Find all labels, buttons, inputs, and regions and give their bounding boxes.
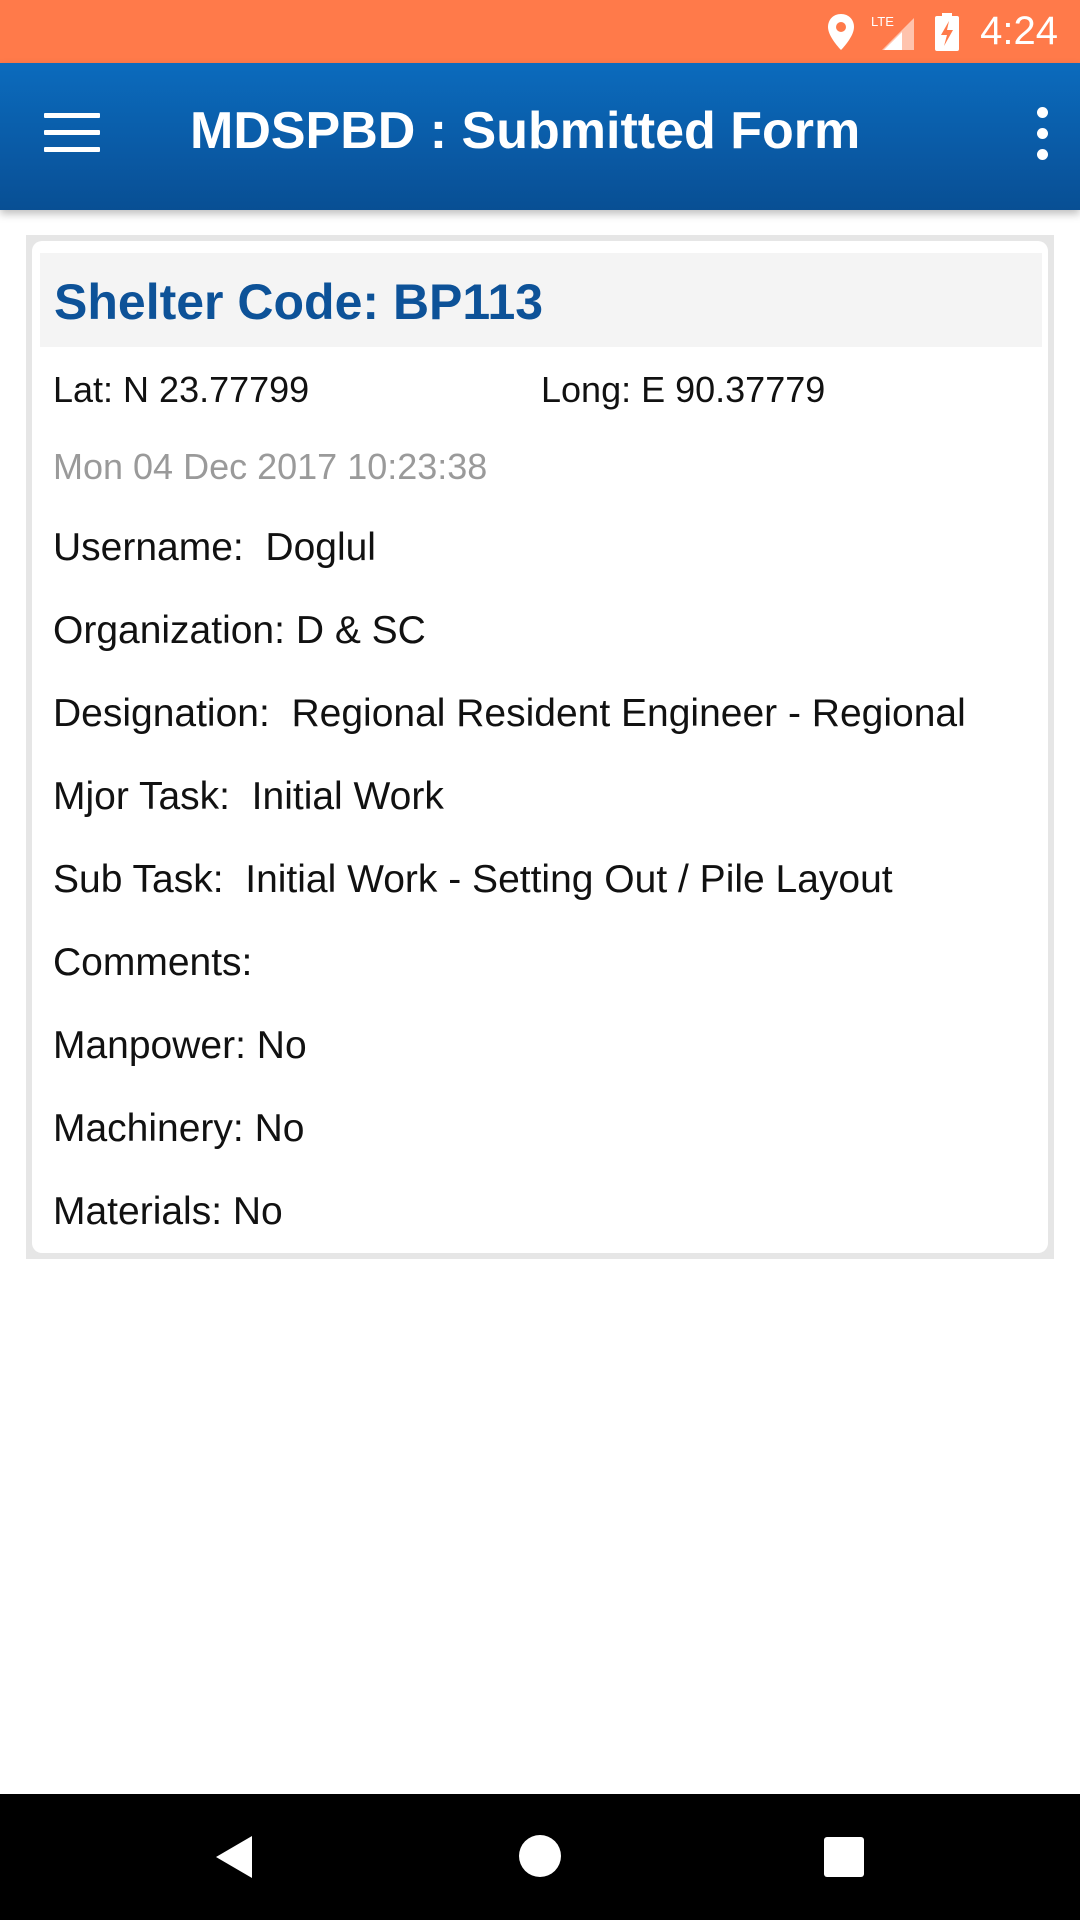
field-username: Username: Doglul: [53, 526, 376, 570]
menu-icon[interactable]: [44, 113, 100, 157]
field-value: Regional Resident Engineer - Regional: [291, 692, 966, 735]
longitude: Long: E 90.37779: [541, 369, 826, 410]
field-value: No: [232, 1190, 283, 1233]
svg-text:LTE: LTE: [871, 14, 894, 29]
submitted-form-card: Shelter Code: BP113 Lat: N 23.77799 Long…: [26, 235, 1054, 1259]
latitude: Lat: N 23.77799: [53, 369, 310, 410]
app-title: MDSPBD : Submitted Form: [190, 102, 861, 160]
status-time: 4:24: [980, 9, 1058, 53]
navigation-bar: [0, 1794, 1080, 1920]
field-label: Materials:: [53, 1190, 223, 1233]
field-value: D & SC: [295, 609, 426, 652]
field-label: Designation:: [53, 692, 270, 735]
status-icons: LTE 4:24: [826, 0, 1058, 63]
back-triangle-icon[interactable]: [212, 1834, 258, 1880]
field-machinery: Machinery: No: [53, 1107, 304, 1151]
lte-signal-icon: LTE: [871, 14, 915, 50]
card-header: Shelter Code: BP113: [40, 253, 1042, 347]
app-bar: MDSPBD : Submitted Form: [0, 63, 1080, 210]
field-manpower: Manpower: No: [53, 1024, 307, 1068]
field-value: No: [254, 1107, 305, 1150]
card-body: Shelter Code: BP113 Lat: N 23.77799 Long…: [32, 241, 1048, 1253]
status-bar: LTE 4:24: [0, 0, 1080, 63]
field-label: Manpower:: [53, 1024, 246, 1067]
field-value: Doglul: [265, 526, 376, 569]
location-icon: [828, 13, 855, 50]
field-designation: Designation: Regional Resident Engineer …: [53, 692, 966, 736]
field-value: Initial Work: [251, 775, 444, 818]
field-label: Comments:: [53, 941, 253, 984]
field-materials: Materials: No: [53, 1190, 283, 1234]
field-label: Sub Task:: [53, 858, 224, 901]
field-label: Username:: [53, 526, 244, 569]
field-major-task: Mjor Task: Initial Work: [53, 775, 444, 819]
field-sub-task: Sub Task: Initial Work - Setting Out / P…: [53, 858, 893, 902]
field-organization: Organization: D & SC: [53, 609, 426, 653]
timestamp: Mon 04 Dec 2017 10:23:38: [53, 446, 488, 487]
field-label: Organization:: [53, 609, 285, 652]
field-label: Mjor Task:: [53, 775, 230, 818]
more-vert-icon[interactable]: [1030, 107, 1054, 167]
field-comments: Comments:: [53, 941, 252, 985]
shelter-code: Shelter Code: BP113: [54, 274, 544, 330]
battery-charging-icon: [935, 12, 960, 51]
field-value: Initial Work - Setting Out / Pile Layout: [245, 858, 893, 901]
field-label: Machinery:: [53, 1107, 244, 1150]
home-circle-icon[interactable]: [518, 1834, 562, 1878]
recents-square-icon[interactable]: [823, 1836, 865, 1878]
field-value: No: [256, 1024, 307, 1067]
